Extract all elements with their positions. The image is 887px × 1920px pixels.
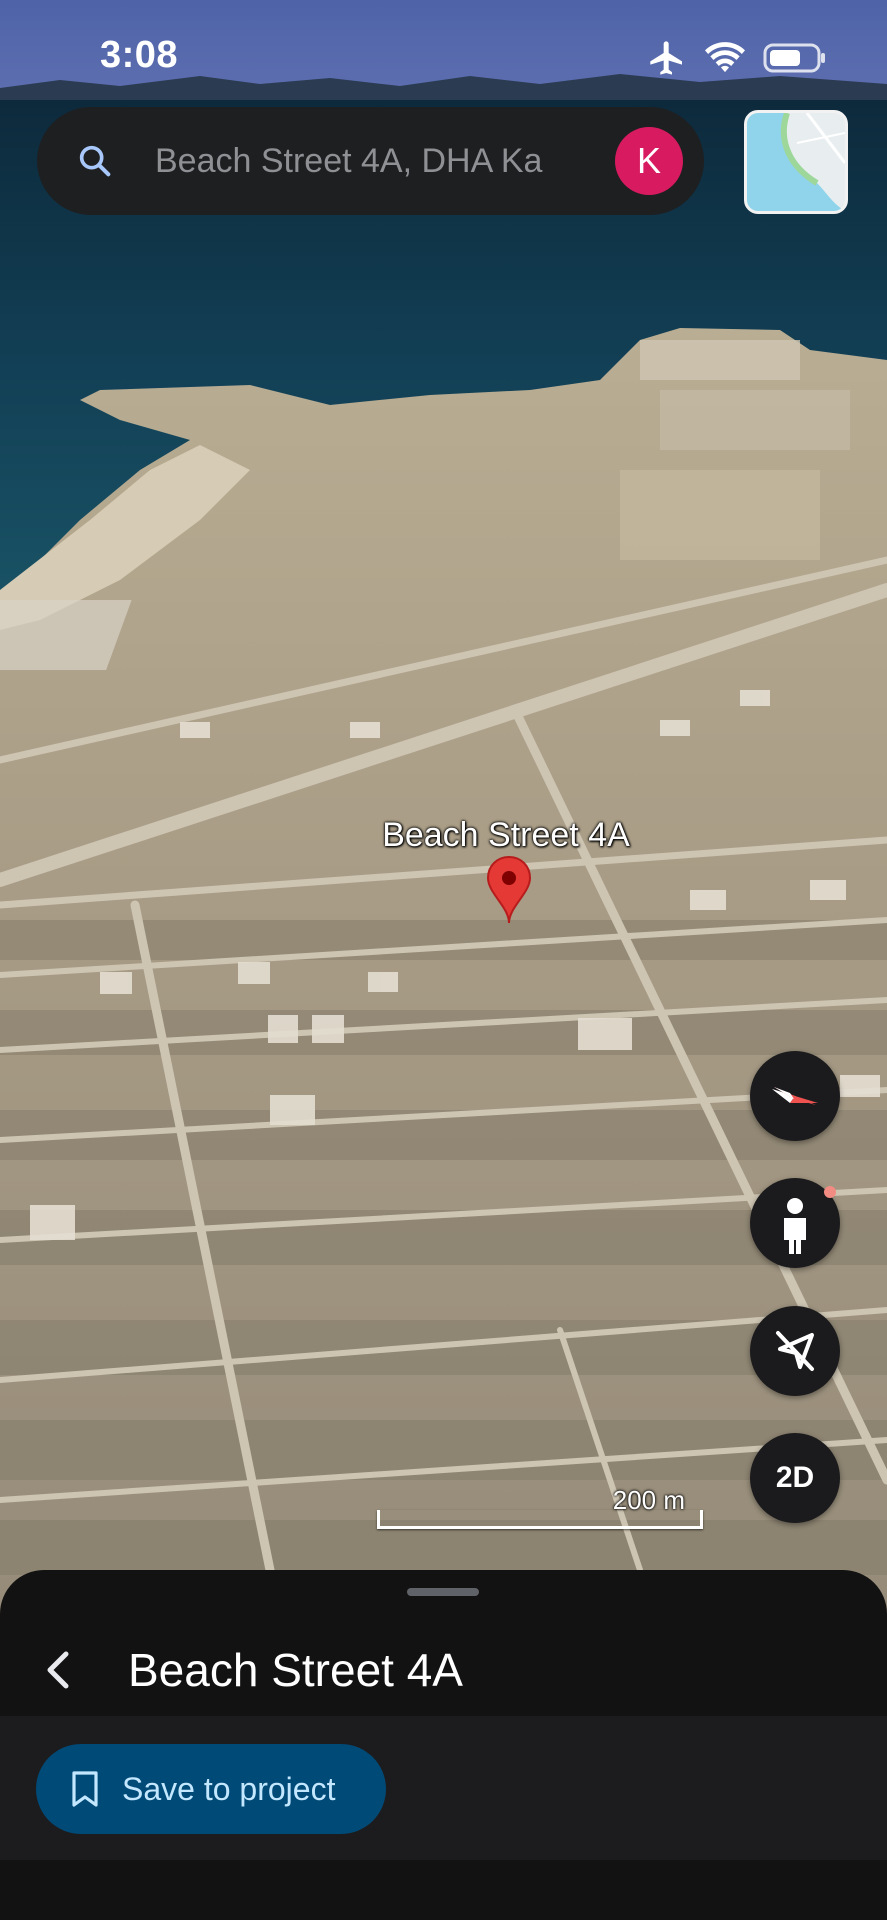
search-bar[interactable]: Beach Street 4A, DHA Ka K bbox=[37, 107, 704, 215]
chevron-left-icon bbox=[47, 1651, 69, 1689]
search-icon bbox=[75, 141, 115, 181]
place-title: Beach Street 4A bbox=[128, 1644, 463, 1696]
location-off-icon bbox=[776, 1331, 814, 1371]
status-icons bbox=[647, 40, 827, 80]
map-scale: 200 m bbox=[375, 1485, 705, 1535]
my-location-button[interactable] bbox=[750, 1306, 840, 1396]
back-button[interactable] bbox=[30, 1640, 90, 1700]
pegman-icon bbox=[784, 1186, 836, 1254]
location-pin-icon[interactable] bbox=[486, 855, 532, 925]
status-bar: 3:08 bbox=[0, 0, 887, 110]
save-to-project-button[interactable]: Save to project bbox=[36, 1744, 386, 1834]
airplane-icon bbox=[647, 38, 687, 83]
place-label: Beach Street 4A bbox=[382, 816, 630, 854]
sheet-actions: Save to project bbox=[0, 1716, 887, 1860]
bookmark-icon bbox=[70, 1770, 100, 1808]
sheet-drag-handle[interactable] bbox=[407, 1588, 479, 1596]
compass-icon bbox=[772, 1087, 818, 1105]
avatar[interactable]: K bbox=[615, 127, 683, 195]
wifi-icon bbox=[705, 41, 745, 80]
battery-icon bbox=[763, 42, 827, 79]
scale-bar bbox=[377, 1510, 703, 1529]
compass-button[interactable] bbox=[750, 1051, 840, 1141]
search-input[interactable]: Beach Street 4A, DHA Ka bbox=[155, 137, 625, 185]
map-thumbnail-icon bbox=[747, 113, 845, 211]
street-view-button[interactable] bbox=[750, 1178, 840, 1268]
map-layer-button[interactable] bbox=[744, 110, 848, 214]
status-time: 3:08 bbox=[100, 34, 179, 76]
save-to-project-label: Save to project bbox=[122, 1771, 336, 1807]
view-mode-2d-button[interactable]: 2D bbox=[750, 1433, 840, 1523]
place-bottom-sheet[interactable]: Beach Street 4A Save to project bbox=[0, 1570, 887, 1920]
